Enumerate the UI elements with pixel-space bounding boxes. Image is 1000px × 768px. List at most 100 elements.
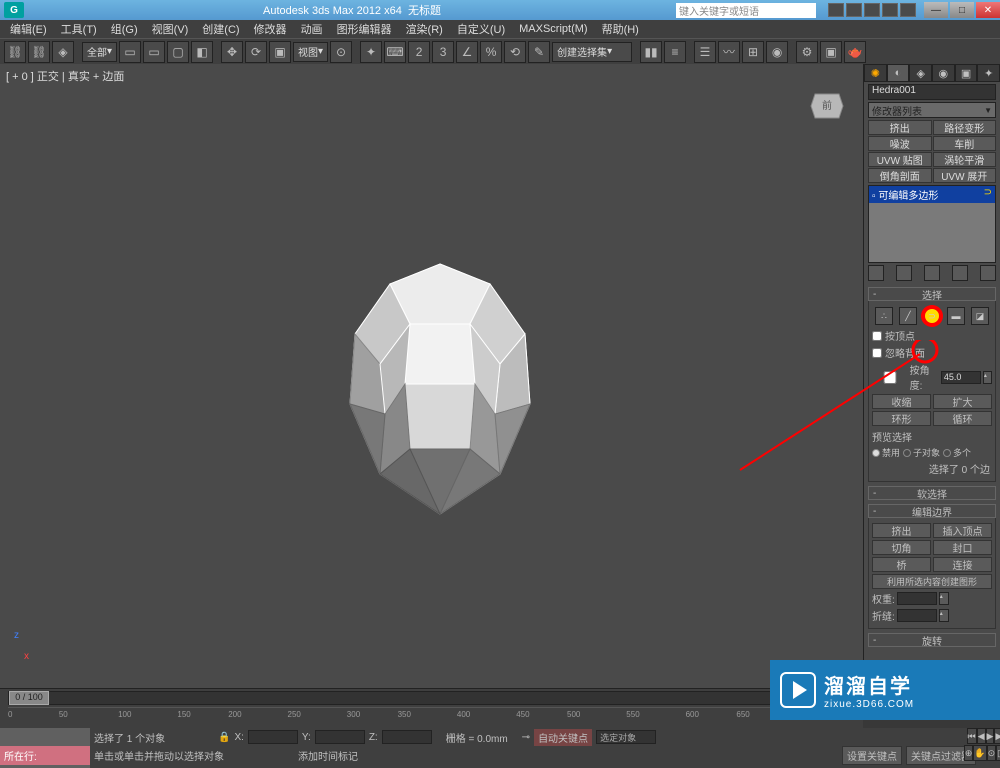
- menu-item[interactable]: 自定义(U): [451, 21, 511, 37]
- motion-tab-icon[interactable]: ◉: [932, 64, 955, 82]
- menu-item[interactable]: MAXScript(M): [513, 23, 593, 35]
- menu-item[interactable]: 图形编辑器: [331, 21, 398, 37]
- preset-button[interactable]: UVW 展开: [933, 168, 997, 183]
- insert-vertex-button[interactable]: 插入顶点: [933, 523, 992, 538]
- select-icon[interactable]: ▭: [119, 41, 141, 63]
- next-frame-icon[interactable]: ▶: [994, 728, 1000, 744]
- render-frame-icon[interactable]: ▣: [820, 41, 842, 63]
- bridge-button[interactable]: 桥: [872, 557, 931, 572]
- render-setup-icon[interactable]: ⚙: [796, 41, 818, 63]
- edge-icon[interactable]: ╱: [899, 307, 917, 325]
- modifier-list[interactable]: 修改器列表: [868, 102, 996, 118]
- time-slider[interactable]: 0 / 100: [8, 691, 855, 705]
- border-icon[interactable]: ⊃: [923, 307, 941, 325]
- z-field[interactable]: [382, 730, 432, 744]
- select-region-icon[interactable]: ▢: [167, 41, 189, 63]
- display-tab-icon[interactable]: ▣: [955, 64, 978, 82]
- show-end-icon[interactable]: [896, 265, 912, 281]
- grow-button[interactable]: 扩大: [933, 394, 992, 409]
- nav-icon[interactable]: ◲: [996, 745, 1000, 761]
- sel-lock[interactable]: 选定对象: [596, 730, 656, 744]
- viewcube[interactable]: 前: [805, 82, 849, 126]
- qa-icon[interactable]: [828, 3, 844, 17]
- window-crossing-icon[interactable]: ◧: [191, 41, 213, 63]
- menu-item[interactable]: 渲染(R): [400, 21, 449, 37]
- menu-item[interactable]: 视图(V): [146, 21, 195, 37]
- bind-icon[interactable]: ◈: [52, 41, 74, 63]
- layer-icon[interactable]: ☰: [694, 41, 716, 63]
- rollout-header[interactable]: 编辑边界: [868, 504, 996, 518]
- modify-tab-icon[interactable]: ◐: [887, 64, 910, 82]
- curve-editor-icon[interactable]: 〰: [718, 41, 740, 63]
- snap-3d-icon[interactable]: 3: [432, 41, 454, 63]
- rollout-header[interactable]: 选择: [868, 287, 996, 301]
- material-icon[interactable]: ◉: [766, 41, 788, 63]
- modifier-stack[interactable]: ▫ 可编辑多边形⊃: [868, 185, 996, 263]
- by-angle-checkbox[interactable]: [872, 371, 908, 384]
- stack-item[interactable]: ▫ 可编辑多边形⊃: [869, 186, 995, 203]
- radio-multi[interactable]: 多个: [943, 446, 971, 459]
- move-icon[interactable]: ✥: [221, 41, 243, 63]
- named-selection[interactable]: 创建选择集 ▾: [552, 42, 632, 62]
- cap-button[interactable]: 封口: [933, 540, 992, 555]
- minimize-button[interactable]: —: [924, 2, 948, 18]
- spinner-icon[interactable]: ▴: [939, 592, 949, 605]
- spinner-icon[interactable]: ▴: [939, 609, 949, 622]
- polygon-icon[interactable]: ▬: [947, 307, 965, 325]
- percent-snap-icon[interactable]: %: [480, 41, 502, 63]
- preset-button[interactable]: UVW 贴图: [868, 152, 932, 167]
- menu-item[interactable]: 动画: [295, 21, 329, 37]
- schematic-icon[interactable]: ⊞: [742, 41, 764, 63]
- angle-input[interactable]: [941, 371, 981, 384]
- connect-button[interactable]: 连接: [933, 557, 992, 572]
- goto-start-icon[interactable]: ⏮: [967, 728, 977, 744]
- render-icon[interactable]: 🫖: [844, 41, 866, 63]
- rotate-icon[interactable]: ⟳: [245, 41, 267, 63]
- crease-input[interactable]: [897, 609, 937, 622]
- create-tab-icon[interactable]: ✺: [864, 64, 887, 82]
- create-shape-button[interactable]: 利用所选内容创建图形: [872, 574, 992, 589]
- ring-button[interactable]: 环形: [872, 411, 931, 426]
- nav-icon[interactable]: ✋: [973, 745, 986, 761]
- selection-filter[interactable]: 全部 ▾: [82, 42, 117, 62]
- preset-button[interactable]: 路径变形: [933, 120, 997, 135]
- select-name-icon[interactable]: ▭: [143, 41, 165, 63]
- preset-button[interactable]: 倒角剖面: [868, 168, 932, 183]
- maximize-button[interactable]: □: [950, 2, 974, 18]
- angle-snap-icon[interactable]: ∠: [456, 41, 478, 63]
- x-field[interactable]: [248, 730, 298, 744]
- time-ruler[interactable]: 050100150 200250300350 400450500550 6006…: [8, 707, 855, 725]
- preset-button[interactable]: 挤出: [868, 120, 932, 135]
- ignore-backface-checkbox[interactable]: 忽略背面: [872, 345, 992, 360]
- viewport[interactable]: [ + 0 ] 正交 | 真实 + 边面 前 zx: [0, 64, 863, 688]
- unique-icon[interactable]: [924, 265, 940, 281]
- by-vertex-checkbox[interactable]: 按顶点: [872, 328, 992, 343]
- element-icon[interactable]: ◪: [971, 307, 989, 325]
- polyhedron-mesh[interactable]: [310, 254, 570, 534]
- autokey-button[interactable]: 自动关键点: [534, 729, 592, 746]
- key-icon[interactable]: ⊸: [522, 732, 530, 743]
- menu-item[interactable]: 帮助(H): [596, 21, 645, 37]
- qa-icon[interactable]: [864, 3, 880, 17]
- vertex-icon[interactable]: ∴: [875, 307, 893, 325]
- menu-item[interactable]: 修改器: [248, 21, 293, 37]
- lock-icon[interactable]: 🔒: [218, 732, 230, 743]
- remove-icon[interactable]: [952, 265, 968, 281]
- qa-icon[interactable]: [900, 3, 916, 17]
- app-icon[interactable]: G: [4, 2, 24, 18]
- unlink-icon[interactable]: ⛓: [28, 41, 50, 63]
- qa-icon[interactable]: [882, 3, 898, 17]
- preset-button[interactable]: 涡轮平滑: [933, 152, 997, 167]
- menu-item[interactable]: 编辑(E): [4, 21, 53, 37]
- keyboard-icon[interactable]: ⌨: [384, 41, 406, 63]
- hierarchy-tab-icon[interactable]: ◈: [909, 64, 932, 82]
- snap-2d-icon[interactable]: 2: [408, 41, 430, 63]
- viewport-label[interactable]: [ + 0 ] 正交 | 真实 + 边面: [6, 68, 124, 84]
- manip-icon[interactable]: ✦: [360, 41, 382, 63]
- ref-coord[interactable]: 视图 ▾: [293, 42, 328, 62]
- pin-stack-icon[interactable]: [868, 265, 884, 281]
- setkey-button[interactable]: 设置关键点: [842, 746, 902, 765]
- edit-named-icon[interactable]: ✎: [528, 41, 550, 63]
- loop-button[interactable]: 循环: [933, 411, 992, 426]
- add-marker-button[interactable]: 添加时间标记: [298, 748, 358, 763]
